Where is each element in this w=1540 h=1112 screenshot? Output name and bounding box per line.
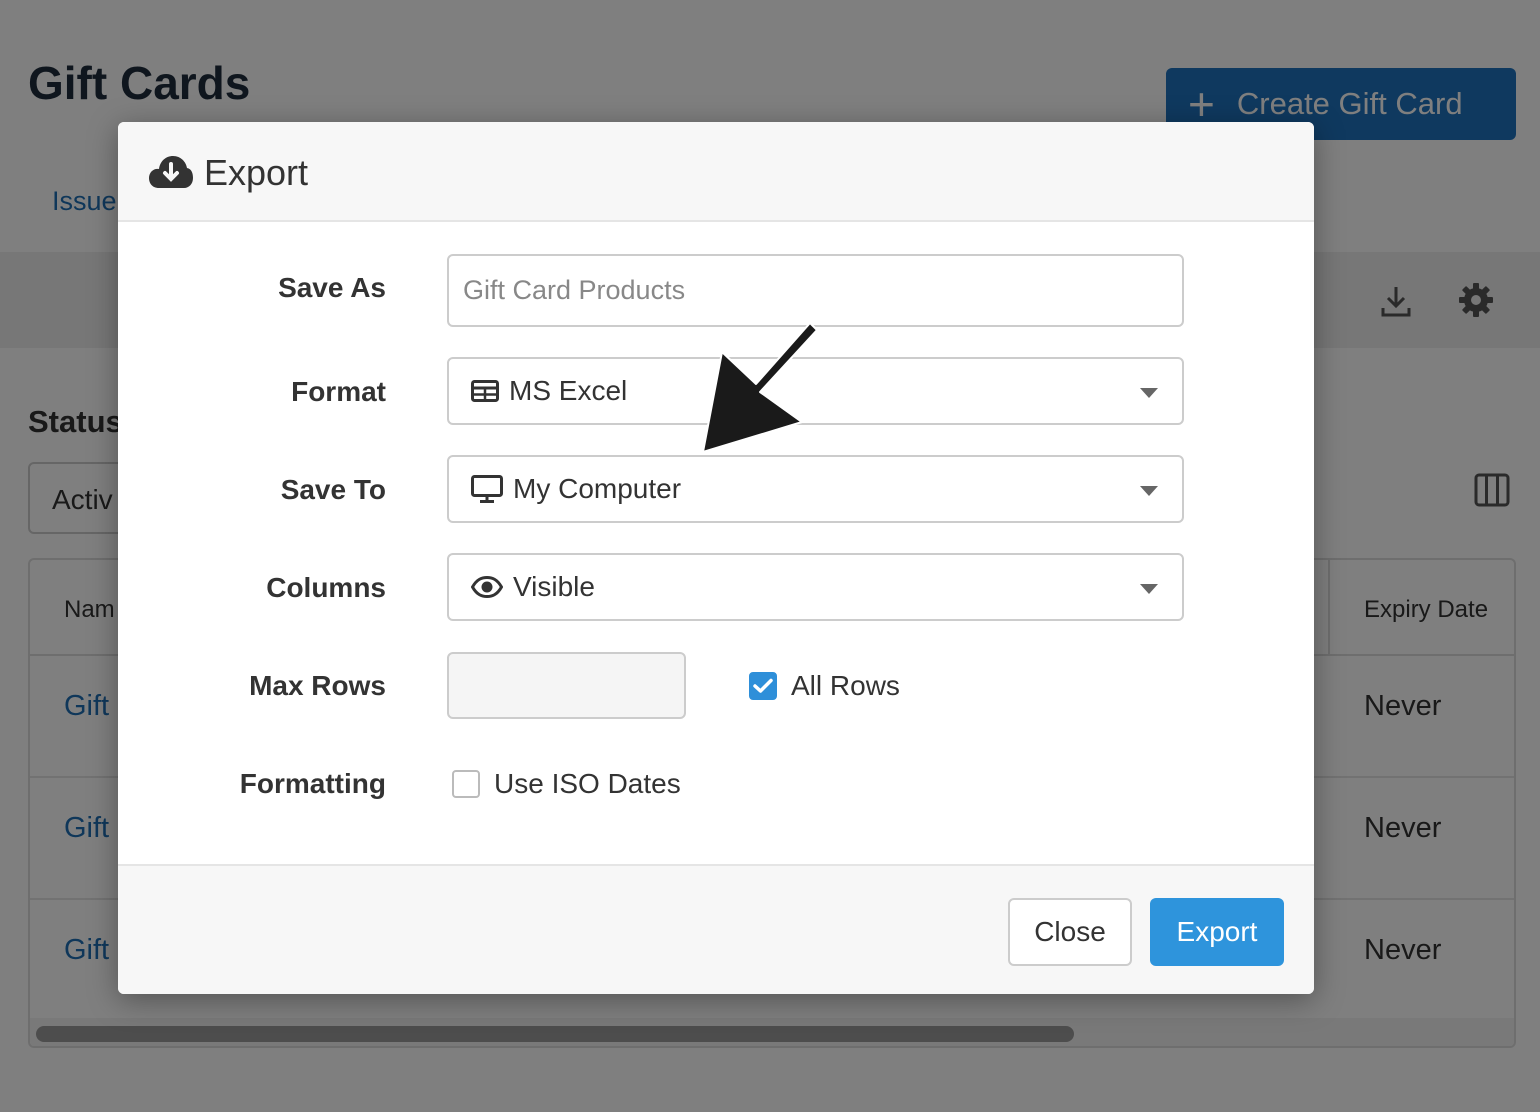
all-rows-checkbox-row[interactable]: All Rows — [749, 670, 900, 702]
iso-dates-checkbox-row[interactable]: Use ISO Dates — [452, 768, 681, 800]
desktop-icon — [471, 475, 503, 503]
format-select[interactable]: MS Excel — [447, 357, 1184, 425]
formatting-label: Formatting — [239, 768, 386, 799]
all-rows-checkbox[interactable] — [749, 672, 777, 700]
chevron-down-icon — [1140, 486, 1158, 496]
close-button[interactable]: Close — [1008, 898, 1132, 966]
save-to-label: Save To — [280, 474, 386, 505]
format-value: MS Excel — [509, 375, 628, 406]
columns-value: Visible — [513, 571, 595, 602]
export-modal: Export Save As Format MS Excel Save To M… — [118, 122, 1314, 994]
modal-title: Export — [204, 152, 309, 193]
modal-header: Export — [118, 122, 1314, 222]
columns-label: Columns — [266, 572, 386, 603]
format-label: Format — [291, 376, 386, 407]
modal-footer: Close Export — [118, 864, 1314, 994]
save-as-label: Save As — [278, 272, 386, 303]
iso-dates-checkbox[interactable] — [452, 770, 480, 798]
max-rows-label: Max Rows — [249, 670, 386, 701]
chevron-down-icon — [1140, 388, 1158, 398]
chevron-down-icon — [1140, 584, 1158, 594]
all-rows-label: All Rows — [791, 670, 900, 701]
columns-select[interactable]: Visible — [447, 553, 1184, 621]
save-to-value: My Computer — [513, 473, 682, 504]
checkmark-icon — [753, 678, 773, 693]
export-button[interactable]: Export — [1150, 898, 1284, 966]
eye-icon — [471, 576, 503, 598]
save-as-input[interactable] — [447, 254, 1184, 327]
max-rows-input[interactable] — [447, 652, 686, 719]
save-to-select[interactable]: My Computer — [447, 455, 1184, 523]
table-icon — [471, 380, 499, 402]
iso-dates-label: Use ISO Dates — [494, 768, 681, 799]
cloud-download-icon — [149, 156, 193, 188]
